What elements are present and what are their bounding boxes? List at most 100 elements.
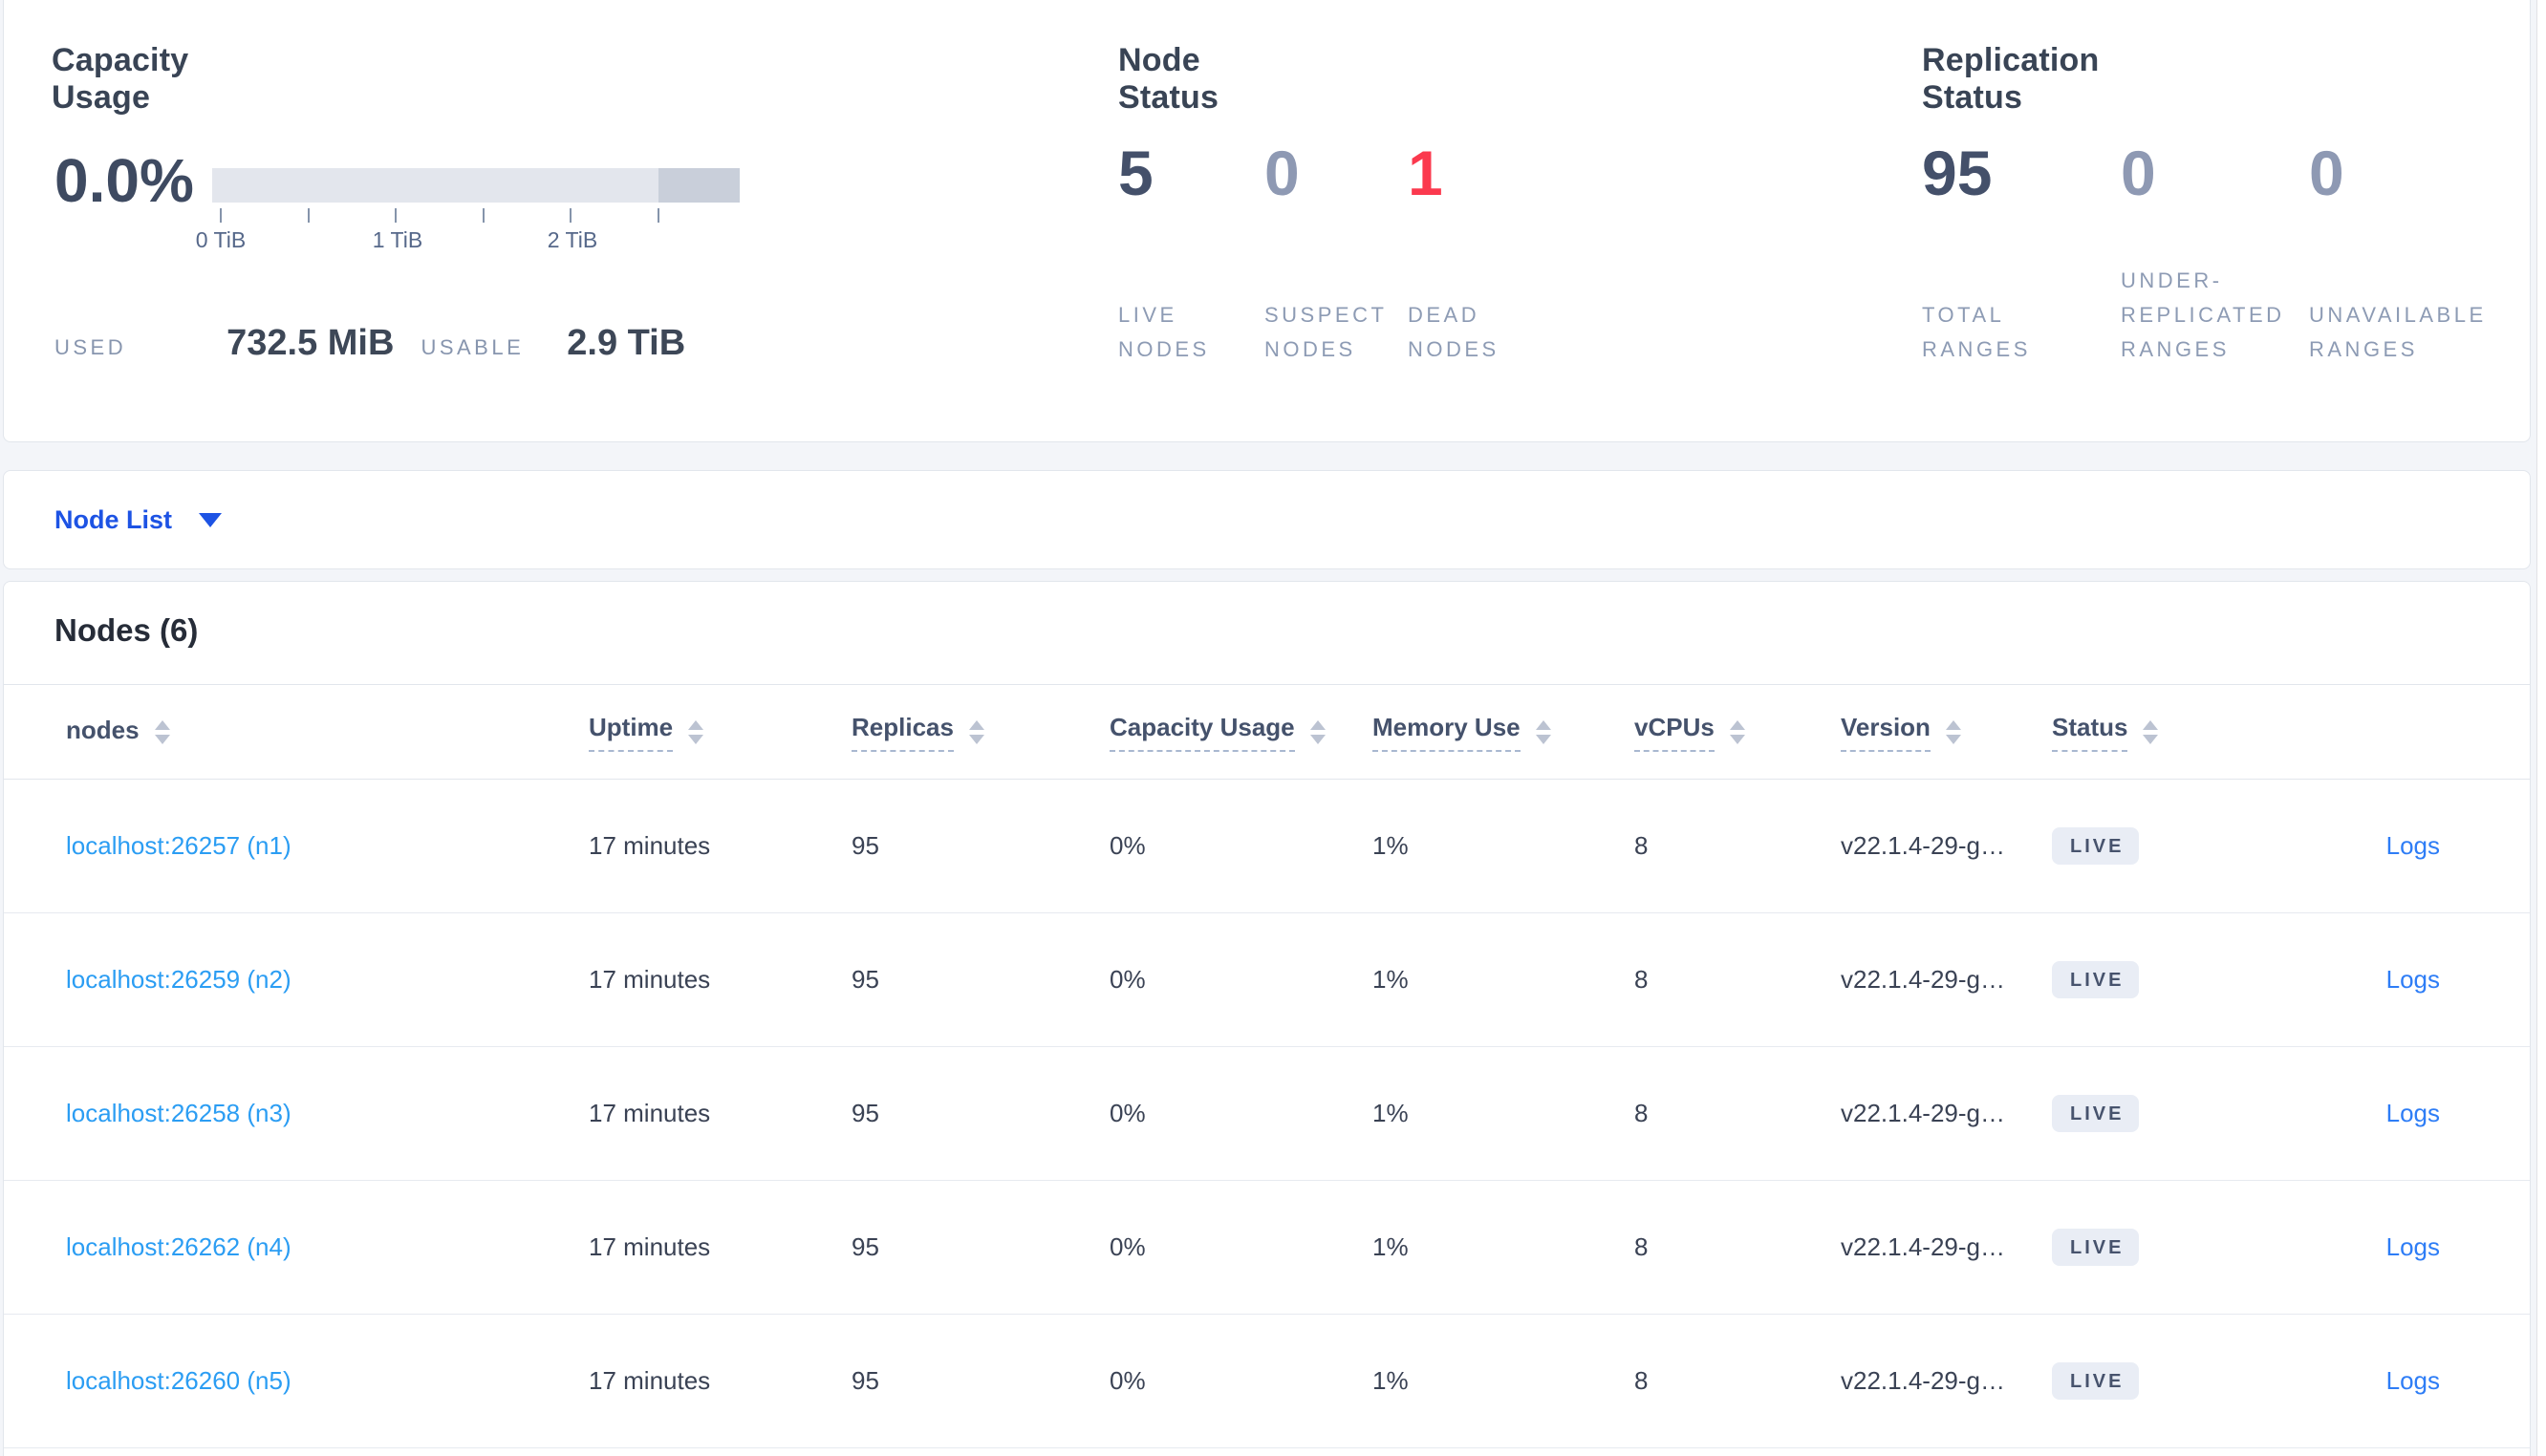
uptime-cell: 17 minutes	[589, 965, 711, 994]
version-cell: v22.1.4-29-g…	[1841, 1099, 2005, 1127]
uptime-cell: 17 minutes	[589, 1099, 711, 1127]
under-replicated-ranges-count: 0	[2121, 138, 2156, 208]
vcpus-cell: 8	[1634, 1366, 1649, 1395]
replication-status-title: Replication Status	[1922, 42, 2100, 116]
node-link[interactable]: localhost:26262 (n4)	[66, 1232, 291, 1262]
axis-tick	[395, 208, 397, 223]
column-header-version[interactable]: Version	[1841, 685, 1961, 779]
unavailable-ranges-count: 0	[2309, 138, 2344, 208]
cluster-overview-card: Capacity Usage 0.0% 0 TiB 1 TiB 2 TiB US…	[3, 0, 2531, 442]
column-header-status[interactable]: Status	[2052, 685, 2159, 779]
replicas-cell: 95	[852, 1366, 879, 1395]
table-row: localhost:26257 (n1) 17 minutes 95 0% 1%…	[4, 780, 2530, 913]
capacity-bar-nonusable-segment	[658, 168, 740, 203]
status-badge: LIVE	[2052, 1229, 2140, 1266]
sort-icon	[1535, 719, 1551, 744]
axis-tick-label: 1 TiB	[372, 227, 423, 252]
vcpus-cell: 8	[1634, 1232, 1649, 1261]
node-link[interactable]: localhost:26259 (n2)	[66, 965, 291, 995]
status-badge: LIVE	[2052, 827, 2140, 865]
table-row: localhost:26259 (n2) 17 minutes 95 0% 1%…	[4, 913, 2530, 1047]
replicas-cell: 95	[852, 831, 879, 860]
capacity-usage-cell: 0%	[1110, 1232, 1146, 1261]
capacity-percent: 0.0%	[54, 146, 194, 215]
sort-icon	[154, 719, 170, 744]
dead-nodes-label: DEAD NODES	[1408, 303, 1500, 361]
vcpus-cell: 8	[1634, 965, 1649, 994]
uptime-cell: 17 minutes	[589, 1232, 711, 1261]
live-nodes-label: LIVE NODES	[1118, 303, 1210, 361]
axis-tick	[483, 208, 485, 223]
uptime-cell: 17 minutes	[589, 831, 711, 860]
capacity-usage-cell: 0%	[1110, 1099, 1146, 1127]
capacity-usage-cell: 0%	[1110, 1366, 1146, 1395]
used-label: USED	[54, 335, 127, 359]
capacity-bar-chart: 0 TiB 1 TiB 2 TiB	[196, 168, 740, 283]
axis-tick	[658, 208, 659, 223]
capacity-usage-title: Capacity Usage	[52, 42, 189, 116]
live-nodes-count: 5	[1118, 138, 1154, 208]
logs-link[interactable]: Logs	[2386, 1099, 2440, 1128]
table-row: localhost:26262 (n4) 17 minutes 95 0% 1%…	[4, 1181, 2530, 1315]
status-badge: LIVE	[2052, 961, 2140, 998]
table-header-row: nodes Uptime Replicas Capacity Usage Mem…	[4, 684, 2530, 780]
version-cell: v22.1.4-29-g…	[1841, 831, 2005, 860]
under-replicated-ranges-label: UNDER-REPLICATED RANGES	[2121, 268, 2285, 361]
used-value: 732.5 MiB	[227, 323, 395, 363]
logs-link[interactable]: Logs	[2386, 965, 2440, 995]
capacity-used-usable-row: USED 732.5 MiB USABLE 2.9 TiB	[54, 323, 685, 364]
node-link[interactable]: localhost:26257 (n1)	[66, 831, 291, 861]
column-header-replicas[interactable]: Replicas	[852, 685, 984, 779]
vcpus-cell: 8	[1634, 1099, 1649, 1127]
node-link[interactable]: localhost:26260 (n5)	[66, 1366, 291, 1396]
status-badge: LIVE	[2052, 1095, 2140, 1132]
usable-value: 2.9 TiB	[567, 323, 686, 363]
logs-link[interactable]: Logs	[2386, 1232, 2440, 1262]
sort-icon	[688, 719, 704, 744]
uptime-cell: 17 minutes	[589, 1366, 711, 1395]
capacity-usage-cell: 0%	[1110, 965, 1146, 994]
column-header-nodes[interactable]: nodes	[66, 685, 170, 779]
replicas-cell: 95	[852, 1232, 879, 1261]
version-cell: v22.1.4-29-g…	[1841, 1232, 2005, 1261]
version-cell: v22.1.4-29-g…	[1841, 965, 2005, 994]
logs-link[interactable]: Logs	[2386, 831, 2440, 861]
memory-use-cell: 1%	[1372, 1099, 1409, 1127]
nodes-table-heading: Nodes (6)	[54, 612, 199, 648]
table-row: localhost:26258 (n3) 17 minutes 95 0% 1%…	[4, 1047, 2530, 1181]
total-ranges-label: TOTAL RANGES	[1922, 303, 2031, 361]
axis-tick	[308, 208, 310, 223]
scrollbar[interactable]	[2536, 0, 2546, 1456]
column-header-capacity-usage[interactable]: Capacity Usage	[1110, 685, 1326, 779]
column-header-vcpus[interactable]: vCPUs	[1634, 685, 1745, 779]
axis-tick-label: 0 TiB	[195, 227, 247, 252]
column-header-uptime[interactable]: Uptime	[589, 685, 704, 779]
capacity-bar-track	[212, 168, 740, 203]
suspect-nodes-label: SUSPECT NODES	[1264, 303, 1388, 361]
memory-use-cell: 1%	[1372, 831, 1409, 860]
replicas-cell: 95	[852, 1099, 879, 1127]
sort-icon	[968, 719, 984, 744]
dead-nodes-count: 1	[1408, 138, 1443, 208]
status-badge: LIVE	[2052, 1362, 2140, 1400]
replicas-cell: 95	[852, 965, 879, 994]
column-header-memory-use[interactable]: Memory Use	[1372, 685, 1551, 779]
memory-use-cell: 1%	[1372, 1366, 1409, 1395]
version-cell: v22.1.4-29-g…	[1841, 1366, 2005, 1395]
table-body: localhost:26257 (n1) 17 minutes 95 0% 1%…	[4, 780, 2530, 1448]
capacity-usage-cell: 0%	[1110, 831, 1146, 860]
nodes-table-card: Nodes (6) nodes Uptime Replicas Capacity…	[3, 581, 2531, 1456]
node-link[interactable]: localhost:26258 (n3)	[66, 1099, 291, 1128]
logs-link[interactable]: Logs	[2386, 1366, 2440, 1396]
node-list-dropdown[interactable]: Node List	[4, 471, 2530, 568]
sort-icon	[1945, 719, 1961, 744]
usable-label: USABLE	[421, 335, 525, 359]
unavailable-ranges-label: UNAVAILABLE RANGES	[2309, 303, 2487, 361]
total-ranges-count: 95	[1922, 138, 1993, 208]
memory-use-cell: 1%	[1372, 965, 1409, 994]
sort-icon	[1729, 719, 1745, 744]
table-row: localhost:26260 (n5) 17 minutes 95 0% 1%…	[4, 1315, 2530, 1448]
node-list-card: Node List	[3, 470, 2531, 569]
node-status-title: Node Status	[1118, 42, 1219, 116]
axis-tick	[570, 208, 572, 223]
